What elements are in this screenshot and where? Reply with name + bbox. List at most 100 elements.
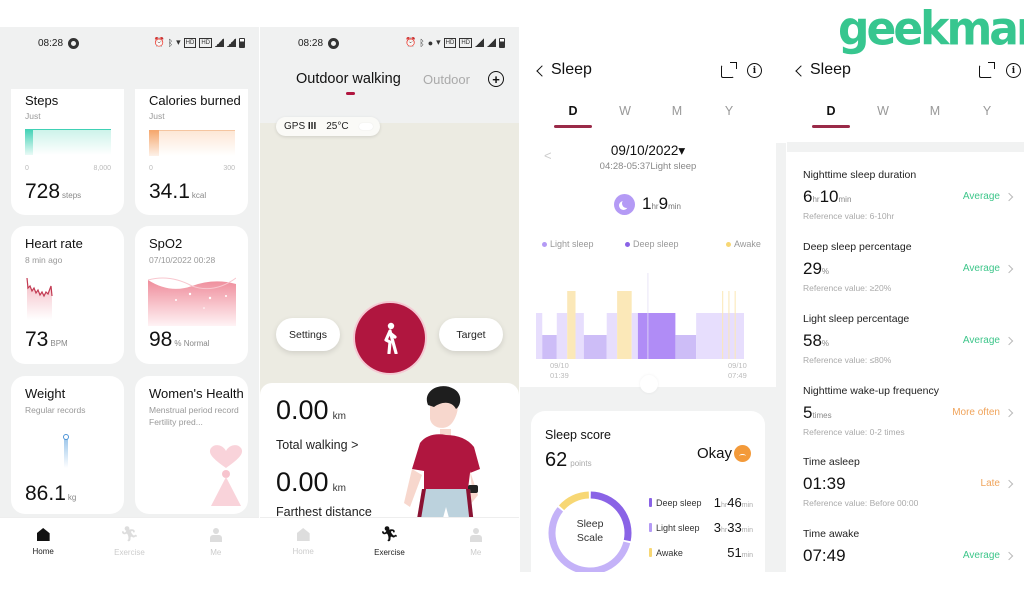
metric-value: 07:49 [803,546,846,566]
calories-card[interactable]: Calories burned Just 0 300 34.1 kcal [135,89,248,215]
axis-end-label: 09/10 07:49 [728,361,747,381]
total-distance: 0.00 km [276,395,346,426]
metric-light-sleep-percentage[interactable]: Light sleep percentage 58% Reference val… [803,313,1014,383]
back-button[interactable]: Sleep [536,61,592,79]
start-walking-button[interactable] [355,303,425,373]
awake-swatch [649,548,652,557]
settings-button[interactable]: Settings [276,318,340,351]
share-icon[interactable] [979,62,995,78]
share-icon[interactable] [721,62,737,78]
metric-deep-sleep-percentage[interactable]: Deep sleep percentage 29% Reference valu… [803,241,1014,311]
nav-label: Exercise [114,548,145,557]
sleep-stages-chart[interactable] [536,273,744,359]
tab-month[interactable]: M [925,104,945,118]
tick-date: 09/10 [550,361,569,370]
signal-icon-2 [227,38,236,47]
card-subtitle: Just [25,111,41,121]
tick-time: 07:49 [728,371,747,380]
tab-outdoor-walking[interactable]: Outdoor walking [296,71,401,87]
unit: hr [812,195,820,204]
steps-card[interactable]: Steps Just 0 8,000 728 steps [11,89,124,215]
sleep-segment-awake[interactable] [567,291,576,359]
sleep-segment-awake[interactable] [617,291,632,359]
sleep-segment-light-sleep[interactable] [631,313,638,359]
tab-month[interactable]: M [667,104,687,118]
weight-card[interactable]: Weight Regular records 86.1 kg [11,376,124,514]
axis-min: 0 [25,165,29,172]
rating-label: Average [962,191,1000,202]
sleep-segment-light-sleep[interactable] [696,313,744,359]
minutes-unit: min [741,527,753,534]
tab-day[interactable]: D [563,104,583,118]
metric-title: Nighttime wake-up frequency [803,385,939,397]
sleep-segment-light-sleep[interactable] [556,313,568,359]
spo2-card[interactable]: SpO2 07/10/2022 00:28 98% Normal [135,226,248,364]
sleep-segment-deep-sleep[interactable] [675,335,697,359]
cloud-icon [358,123,373,130]
metric-time-asleep[interactable]: Time asleep 01:39 Reference value: Befor… [803,456,1014,526]
sleep-segment-light-sleep[interactable] [575,313,584,359]
target-button[interactable]: Target [439,318,503,351]
donut-label-line2: Scale [576,532,604,544]
breakdown-awake: Awake 51min [649,545,753,560]
legend-dot [625,241,630,247]
total-walking-link[interactable]: Total walking > [276,438,358,452]
gps-weather-pill: GPS III 25°C [276,117,380,136]
info-icon[interactable]: i [1006,63,1021,78]
minutes-unit: min [741,502,753,509]
sleep-segment-awake[interactable] [722,291,724,359]
tab-day[interactable]: D [821,104,841,118]
donut-label: Sleep Scale [547,517,633,545]
breakdown-label: Light sleep [656,522,700,533]
alarm-icon: ⏰ [405,37,417,47]
nav-me[interactable]: Me [173,518,259,572]
tab-year[interactable]: Y [719,104,739,118]
sleep-segment-deep-sleep[interactable] [583,335,607,359]
wifi-icon: ▾ [436,37,441,47]
metric-sleep-duration[interactable]: Nighttime sleep duration 6hr10min Refere… [803,169,1014,239]
nav-home[interactable]: Home [260,518,346,572]
metric-rating: Average [963,550,1014,561]
nav-me[interactable]: Me [433,518,519,572]
nav-exercise[interactable]: 🏃︎ Exercise [346,518,432,572]
nav-home[interactable]: Home [0,518,86,572]
tab-week[interactable]: W [873,104,893,118]
tab-outdoor-running[interactable]: Outdoor running [423,72,470,87]
metric-reference: Reference value: 0-2 times [803,427,905,437]
heart-rate-card[interactable]: Heart rate 8 min ago 73 BPM [11,226,124,364]
date-picker[interactable]: 09/10/2022▾ [520,143,776,159]
volte-icon-2: HD [459,37,472,48]
metric-time-awake[interactable]: Time awake 07:49 Average [803,528,1014,572]
value-unit: km [332,411,346,422]
metric-rating: Average [963,263,1014,274]
chart-handle[interactable] [640,375,658,393]
hours: 3 [713,520,722,535]
sleep-segment-awake[interactable] [734,291,736,359]
add-exercise-button[interactable]: + [488,71,504,87]
record-icon [328,38,339,49]
legend-label: Light sleep [550,239,594,249]
tab-year[interactable]: Y [977,104,997,118]
sleep-segment-deep-sleep[interactable] [542,335,557,359]
value: 29 [803,259,822,278]
sleep-segment-light-sleep[interactable] [536,313,543,359]
back-button[interactable]: Sleep [795,61,851,79]
sleep-segment-awake[interactable] [728,291,730,359]
sleep-segment-light-sleep[interactable] [606,313,618,359]
tab-week[interactable]: W [615,104,635,118]
info-icon[interactable]: i [747,63,762,78]
home-icon [36,528,50,541]
metric-wake-up-frequency[interactable]: Nighttime wake-up frequency 5times Refer… [803,385,1014,455]
nav-exercise[interactable]: 🏃︎ Exercise [86,518,172,572]
breakdown-label: Awake [656,547,683,558]
card-subtitle: 07/10/2022 00:28 [149,255,216,265]
nav-label: Home [32,547,54,556]
womens-health-card[interactable]: Women's Health Menstrual period record F… [135,376,248,514]
score-unit: points [570,459,592,468]
card-title: Heart rate [25,236,83,251]
wifi-icon: ▾ [176,37,181,47]
heart-rate-value: 73 BPM [25,328,68,352]
rating-label: Okay [696,445,732,462]
score-value: 62 points [545,449,592,472]
walker-illustration [404,386,480,529]
